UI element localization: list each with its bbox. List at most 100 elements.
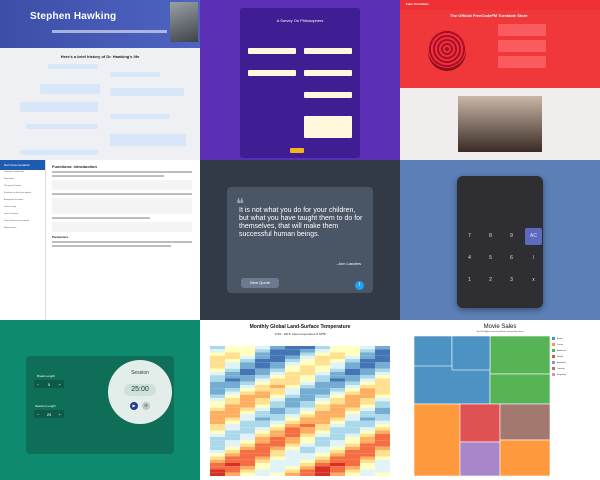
heatmap-cell[interactable] <box>315 401 330 405</box>
heatmap-cell[interactable] <box>315 378 330 382</box>
heatmap-cell[interactable] <box>225 446 240 450</box>
heatmap-cell[interactable] <box>255 388 270 392</box>
heatmap-cell[interactable] <box>255 472 270 476</box>
heatmap-cell[interactable] <box>375 401 390 405</box>
heatmap-cell[interactable] <box>255 394 270 398</box>
heatmap-cell[interactable] <box>270 456 285 460</box>
heatmap-cell[interactable] <box>270 359 285 363</box>
heatmap-cell[interactable] <box>345 440 360 444</box>
heatmap-cell[interactable] <box>270 414 285 418</box>
heatmap-cell[interactable] <box>360 407 375 411</box>
heatmap-cell[interactable] <box>375 440 390 444</box>
heatmap-cell[interactable] <box>210 388 225 392</box>
heatmap-cell[interactable] <box>255 398 270 402</box>
heatmap-cell[interactable] <box>285 463 300 467</box>
heatmap-cell[interactable] <box>225 411 240 415</box>
heatmap-cell[interactable] <box>315 472 330 476</box>
heatmap-cell[interactable] <box>210 372 225 376</box>
heatmap-cell[interactable] <box>225 450 240 454</box>
heatmap-cell[interactable] <box>360 433 375 437</box>
heatmap-cell[interactable] <box>210 453 225 457</box>
heatmap-cell[interactable] <box>330 414 345 418</box>
heatmap-cell[interactable] <box>360 362 375 366</box>
sidebar-item[interactable]: Testing functions for equality <box>0 219 45 226</box>
heatmap-cell[interactable] <box>315 381 330 385</box>
heatmap-cell[interactable] <box>225 459 240 463</box>
heatmap-cell[interactable] <box>255 372 270 376</box>
heatmap-cell[interactable] <box>300 414 315 418</box>
heatmap-cell[interactable] <box>210 407 225 411</box>
heatmap-cell[interactable] <box>360 414 375 418</box>
heatmap-cell[interactable] <box>210 414 225 418</box>
key-10[interactable]: 2 <box>482 272 499 289</box>
key-9[interactable]: 1 <box>461 272 478 289</box>
heatmap-cell[interactable] <box>270 368 285 372</box>
heatmap-cell[interactable] <box>285 352 300 356</box>
heatmap-cell[interactable] <box>225 355 240 359</box>
heatmap-cell[interactable] <box>240 372 255 376</box>
heatmap-cell[interactable] <box>255 427 270 431</box>
heatmap-cell[interactable] <box>315 443 330 447</box>
heatmap-cell[interactable] <box>300 385 315 389</box>
heatmap-cell[interactable] <box>345 430 360 434</box>
heatmap-cell[interactable] <box>240 463 255 467</box>
heatmap-cell[interactable] <box>270 398 285 402</box>
heatmap-cell[interactable] <box>300 394 315 398</box>
heatmap-cell[interactable] <box>225 420 240 424</box>
heatmap-cell[interactable] <box>270 440 285 444</box>
heatmap-cell[interactable] <box>285 401 300 405</box>
heatmap-cell[interactable] <box>330 433 345 437</box>
heatmap-cell[interactable] <box>315 359 330 363</box>
heatmap-cell[interactable] <box>330 359 345 363</box>
heatmap-cell[interactable] <box>210 420 225 424</box>
heatmap-cell[interactable] <box>300 433 315 437</box>
heatmap-cell[interactable] <box>270 365 285 369</box>
heatmap-cell[interactable] <box>315 466 330 470</box>
heatmap-cell[interactable] <box>240 346 255 350</box>
heatmap-cell[interactable] <box>225 378 240 382</box>
heatmap-cell[interactable] <box>360 368 375 372</box>
heatmap-cell[interactable] <box>240 362 255 366</box>
heatmap-cell[interactable] <box>240 368 255 372</box>
heatmap-cell[interactable] <box>255 349 270 353</box>
heatmap-cell[interactable] <box>330 466 345 470</box>
heatmap-cell[interactable] <box>300 407 315 411</box>
heatmap-cell[interactable] <box>330 417 345 421</box>
heatmap-cell[interactable] <box>270 346 285 350</box>
heatmap-cell[interactable] <box>285 375 300 379</box>
heatmap-cell[interactable] <box>330 362 345 366</box>
heatmap-cell[interactable] <box>300 472 315 476</box>
heatmap-cell[interactable] <box>360 375 375 379</box>
heatmap-cell[interactable] <box>225 404 240 408</box>
heatmap-cell[interactable] <box>225 430 240 434</box>
heatmap-cell[interactable] <box>315 417 330 421</box>
heatmap-cell[interactable] <box>285 365 300 369</box>
heatmap-cell[interactable] <box>285 407 300 411</box>
heatmap-cell[interactable] <box>255 453 270 457</box>
heatmap-cell[interactable] <box>330 401 345 405</box>
heatmap-cell[interactable] <box>300 427 315 431</box>
heatmap-cell[interactable] <box>345 388 360 392</box>
heatmap-cell[interactable] <box>330 381 345 385</box>
heatmap-cell[interactable] <box>255 424 270 428</box>
heatmap-cell[interactable] <box>375 433 390 437</box>
heatmap-cell[interactable] <box>315 463 330 467</box>
heatmap-cell[interactable] <box>270 355 285 359</box>
heatmap-cell[interactable] <box>270 437 285 441</box>
treemap-tile-rect[interactable] <box>451 336 491 371</box>
heatmap-cell[interactable] <box>255 385 270 389</box>
heatmap-cell[interactable] <box>375 430 390 434</box>
heatmap-cell[interactable] <box>210 401 225 405</box>
heatmap-cell[interactable] <box>315 446 330 450</box>
heatmap-cell[interactable] <box>345 372 360 376</box>
heatmap-cell[interactable] <box>375 437 390 441</box>
heatmap-cell[interactable] <box>285 433 300 437</box>
heatmap-cell[interactable] <box>345 375 360 379</box>
heatmap-cell[interactable] <box>225 385 240 389</box>
key-5[interactable]: 4 <box>461 250 478 267</box>
sidebar-item[interactable]: Lexical closures <box>0 212 45 219</box>
heatmap-cell[interactable] <box>345 459 360 463</box>
heatmap-cell[interactable] <box>360 372 375 376</box>
sidebar-item[interactable]: Return values <box>0 226 45 233</box>
heatmap-cell[interactable] <box>360 355 375 359</box>
